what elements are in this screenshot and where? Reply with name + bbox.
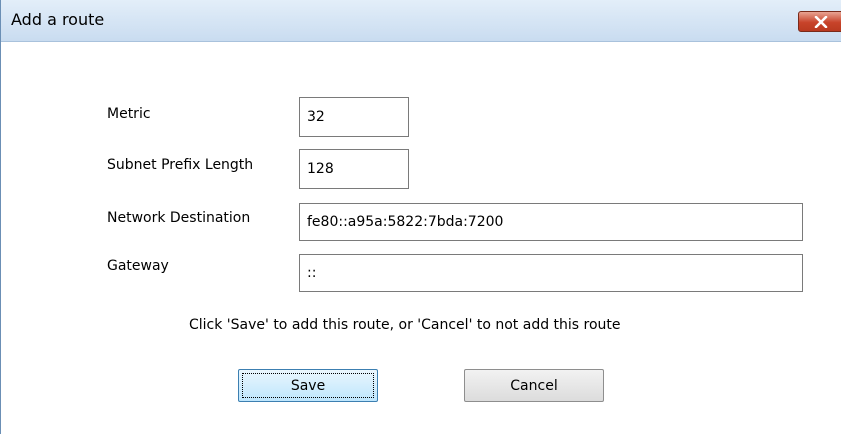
metric-value: 32 — [307, 109, 325, 125]
add-route-dialog: Add a route Metric 32 Subnet Prefix Leng… — [0, 0, 841, 434]
network-destination-value: fe80::a95a:5822:7bda:7200 — [307, 214, 504, 230]
title-bar[interactable]: Add a route — [1, 0, 841, 42]
cancel-button-label: Cancel — [510, 377, 558, 394]
gateway-value: :: — [307, 265, 317, 281]
save-button-label: Save — [290, 377, 326, 394]
gateway-label: Gateway — [107, 258, 169, 274]
network-destination-input[interactable]: fe80::a95a:5822:7bda:7200 — [299, 203, 803, 241]
cancel-button[interactable]: Cancel — [464, 369, 604, 402]
window-title: Add a route — [11, 10, 105, 29]
save-button[interactable]: Save — [238, 369, 378, 402]
close-button[interactable] — [798, 11, 841, 32]
instruction-text: Click 'Save' to add this route, or 'Canc… — [189, 317, 621, 333]
close-x-icon — [814, 15, 828, 28]
gateway-input[interactable]: :: — [299, 254, 803, 292]
metric-label: Metric — [107, 106, 151, 122]
network-destination-label: Network Destination — [107, 210, 251, 226]
metric-input[interactable]: 32 — [299, 97, 409, 137]
subnet-prefix-length-value: 128 — [307, 161, 334, 177]
subnet-prefix-length-input[interactable]: 128 — [299, 149, 409, 189]
subnet-prefix-length-label: Subnet Prefix Length — [107, 157, 254, 173]
